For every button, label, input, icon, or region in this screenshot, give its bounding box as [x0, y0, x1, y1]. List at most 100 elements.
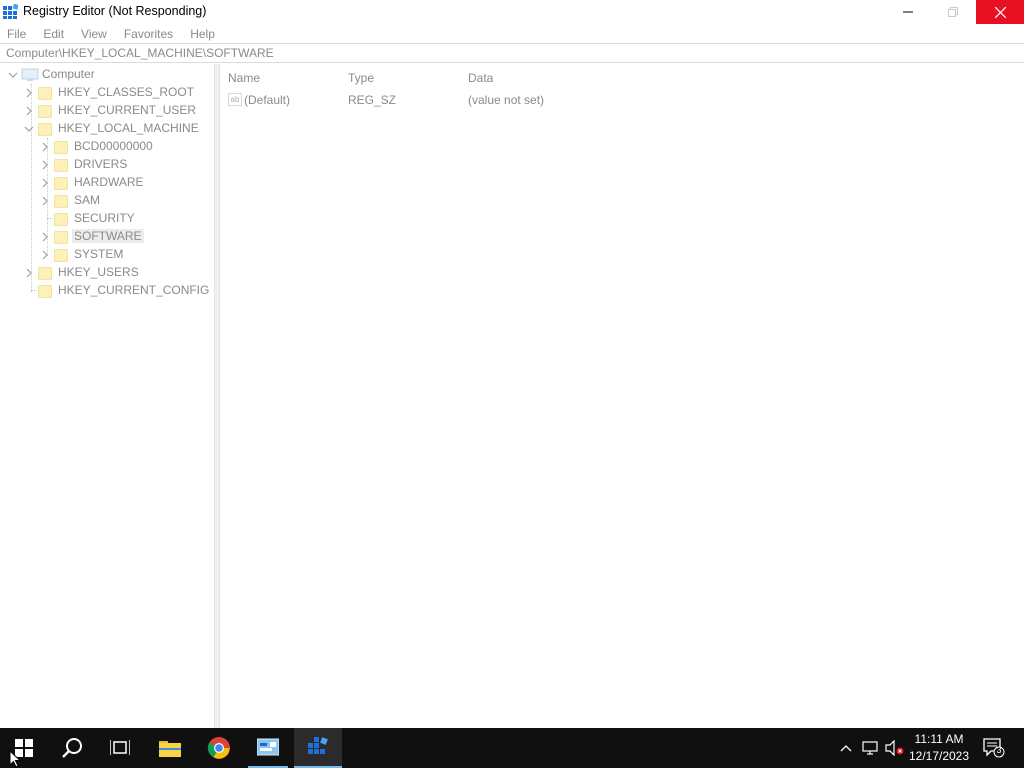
folder-icon — [38, 267, 52, 280]
chevron-down-icon[interactable] — [8, 70, 18, 80]
folder-icon — [54, 177, 68, 190]
chevron-right-icon[interactable] — [24, 268, 34, 278]
volume-muted-icon — [885, 740, 904, 756]
search-button[interactable] — [48, 728, 96, 768]
tree-label: DRIVERS — [74, 157, 128, 171]
tree-label: Computer — [42, 67, 95, 81]
task-view-icon — [110, 740, 130, 755]
chevron-right-icon[interactable] — [40, 250, 50, 260]
tree-label: HKEY_USERS — [58, 265, 139, 279]
control-panel-icon — [257, 738, 279, 756]
values-list[interactable]: Name Type Data ab (Default) REG_SZ (valu… — [220, 64, 1024, 728]
chevron-down-icon[interactable] — [24, 124, 34, 134]
taskbar: 11:11 AM 12/17/2023 3 — [0, 728, 1024, 768]
tree-item-bcd[interactable]: BCD00000000 — [0, 138, 214, 156]
chevron-up-icon — [840, 745, 852, 752]
chevron-right-icon[interactable] — [24, 106, 34, 116]
chevron-right-icon[interactable] — [40, 142, 50, 152]
menu-file[interactable]: File — [7, 27, 26, 41]
show-hidden-icons-button[interactable] — [836, 738, 856, 758]
chevron-right-icon[interactable] — [40, 178, 50, 188]
chevron-right-icon[interactable] — [24, 88, 34, 98]
chevron-right-icon[interactable] — [40, 196, 50, 206]
chevron-right-icon[interactable] — [40, 232, 50, 242]
tree-label: SYSTEM — [74, 247, 124, 261]
menu-favorites[interactable]: Favorites — [124, 27, 173, 41]
tree-item-security[interactable]: SECURITY — [0, 210, 214, 228]
folder-icon — [38, 285, 52, 298]
value-name: (Default) — [244, 93, 291, 107]
file-explorer-icon — [159, 741, 181, 757]
network-icon — [862, 741, 878, 755]
registry-editor-taskbar-button[interactable] — [294, 728, 342, 768]
registry-editor-app-icon — [3, 4, 18, 19]
folder-icon — [54, 141, 68, 154]
menu-bar: File Edit View Favorites Help — [0, 24, 1024, 43]
tree-item-sam[interactable]: SAM — [0, 192, 214, 210]
tree-item-computer[interactable]: Computer — [0, 66, 214, 84]
tree-pane[interactable]: Computer HKEY_CLASSES_ROOT HKEY_CURRENT_… — [0, 64, 215, 728]
folder-icon — [54, 159, 68, 172]
address-path: Computer\HKEY_LOCAL_MACHINE\SOFTWARE — [6, 46, 274, 60]
notification-count: 3 — [996, 745, 1002, 755]
clock-time: 11:11 AM — [914, 732, 964, 746]
search-icon — [62, 738, 82, 758]
chevron-right-icon[interactable] — [40, 160, 50, 170]
minimize-icon — [903, 11, 913, 13]
folder-icon — [54, 213, 68, 226]
tree-label: SECURITY — [74, 211, 135, 225]
close-icon — [994, 6, 1006, 18]
column-header-name[interactable]: Name — [228, 71, 260, 85]
title-bar: Registry Editor (Not Responding) — [0, 0, 1024, 24]
tree-item-drivers[interactable]: DRIVERS — [0, 156, 214, 174]
tree-item-hkey-current-user[interactable]: HKEY_CURRENT_USER — [0, 102, 214, 120]
maximize-button[interactable] — [930, 0, 976, 24]
folder-icon — [54, 249, 68, 262]
minimize-button[interactable] — [885, 0, 931, 24]
chrome-icon — [207, 737, 230, 759]
tree-label: HKEY_CURRENT_CONFIG — [58, 283, 210, 297]
window-title: Registry Editor (Not Responding) — [23, 4, 207, 18]
tree-label: HKEY_LOCAL_MACHINE — [58, 121, 199, 135]
tree-item-hkey-classes-root[interactable]: HKEY_CLASSES_ROOT — [0, 84, 214, 102]
tree-label: HARDWARE — [74, 175, 144, 189]
clock-date: 12/17/2023 — [908, 749, 970, 763]
column-header-data[interactable]: Data — [468, 71, 493, 85]
menu-help[interactable]: Help — [190, 27, 215, 41]
tree-item-hkey-users[interactable]: HKEY_USERS — [0, 264, 214, 282]
tree-label: SAM — [74, 193, 101, 207]
address-bar[interactable]: Computer\HKEY_LOCAL_MACHINE\SOFTWARE — [0, 43, 1024, 63]
clock[interactable]: 11:11 AM 12/17/2023 — [905, 731, 973, 765]
task-view-button[interactable] — [96, 728, 144, 768]
string-value-icon: ab — [228, 93, 242, 106]
column-header-type[interactable]: Type — [348, 71, 374, 85]
tree-item-hardware[interactable]: HARDWARE — [0, 174, 214, 192]
tree-item-hkey-current-config[interactable]: HKEY_CURRENT_CONFIG — [0, 282, 214, 300]
control-panel-button[interactable] — [244, 728, 292, 768]
menu-edit[interactable]: Edit — [43, 27, 64, 41]
action-center-button[interactable]: 3 — [982, 738, 1006, 758]
start-button[interactable] — [0, 728, 48, 768]
tree-item-system[interactable]: SYSTEM — [0, 246, 214, 264]
folder-icon — [54, 231, 68, 244]
value-data: (value not set) — [468, 93, 545, 107]
tree-label: HKEY_CURRENT_USER — [58, 103, 197, 117]
value-type: REG_SZ — [348, 93, 397, 107]
close-button[interactable] — [976, 0, 1024, 24]
folder-icon — [38, 87, 52, 100]
restore-icon — [948, 7, 958, 17]
chrome-button[interactable] — [195, 728, 243, 768]
folder-icon — [38, 105, 52, 118]
mouse-cursor-icon — [9, 750, 21, 768]
tree-item-hkey-local-machine[interactable]: HKEY_LOCAL_MACHINE — [0, 120, 214, 138]
computer-icon — [21, 68, 39, 81]
network-tray-button[interactable] — [861, 738, 881, 758]
tree-label: HKEY_CLASSES_ROOT — [58, 85, 195, 99]
menu-view[interactable]: View — [81, 27, 107, 41]
volume-tray-button[interactable] — [885, 738, 905, 758]
registry-editor-icon — [308, 737, 328, 754]
folder-icon — [38, 123, 52, 136]
tree-item-software[interactable]: SOFTWARE — [0, 228, 214, 246]
tree-label: BCD00000000 — [74, 139, 153, 153]
file-explorer-button[interactable] — [146, 728, 194, 768]
